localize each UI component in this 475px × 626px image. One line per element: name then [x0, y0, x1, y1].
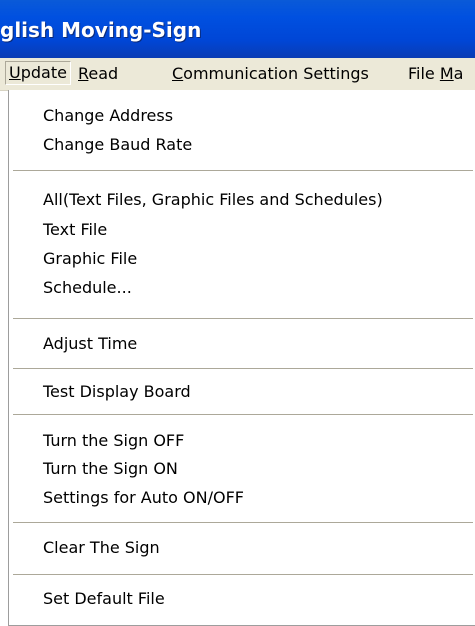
menuitem-update-all[interactable]: All(Text Files, Graphic Files and Schedu… — [43, 186, 383, 214]
menuitem-set-default-file[interactable]: Set Default File — [43, 585, 165, 613]
menu-file-mnemonic: M — [439, 64, 454, 83]
window-title: glish Moving-Sign — [0, 18, 202, 42]
menu-separator — [13, 574, 473, 576]
menu-read[interactable]: Read — [78, 63, 118, 85]
menu-read-label: ead — [88, 64, 119, 83]
menu-communication-mnemonic: C — [172, 64, 184, 83]
menu-file-rest: a — [453, 64, 464, 83]
menu-communication-settings[interactable]: Communication Settings — [172, 63, 369, 85]
menuitem-graphic-file[interactable]: Graphic File — [43, 245, 137, 273]
title-bar[interactable]: glish Moving-Sign — [0, 0, 475, 58]
menu-separator — [13, 414, 473, 416]
menuitem-turn-sign-on[interactable]: Turn the Sign ON — [43, 455, 178, 483]
menu-communication-label: ommunication Settings — [183, 64, 369, 83]
menuitem-change-baud-rate[interactable]: Change Baud Rate — [43, 131, 192, 159]
menu-bar: Update Read Communication Settings File … — [0, 58, 475, 91]
menu-file-prefix: File — [408, 64, 440, 83]
menuitem-text-file[interactable]: Text File — [43, 216, 107, 244]
menu-separator — [13, 170, 473, 172]
menuitem-adjust-time[interactable]: Adjust Time — [43, 330, 137, 358]
update-dropdown-menu: Change Address Change Baud Rate All(Text… — [8, 90, 475, 626]
menu-separator — [13, 368, 473, 370]
menu-update-label: pdate — [20, 63, 67, 82]
menuitem-turn-sign-off[interactable]: Turn the Sign OFF — [43, 427, 184, 455]
menuitem-auto-on-off-settings[interactable]: Settings for Auto ON/OFF — [43, 484, 244, 512]
menuitem-clear-the-sign[interactable]: Clear The Sign — [43, 534, 160, 562]
menu-update[interactable]: Update — [5, 61, 71, 85]
menuitem-test-display-board[interactable]: Test Display Board — [43, 378, 191, 406]
menu-read-mnemonic: R — [78, 64, 89, 83]
menu-file-manager[interactable]: File Ma — [408, 63, 463, 85]
menuitem-change-address[interactable]: Change Address — [43, 102, 173, 130]
menuitem-schedule[interactable]: Schedule... — [43, 274, 132, 302]
menu-separator — [13, 318, 473, 320]
menu-update-mnemonic: U — [9, 63, 21, 82]
menu-separator — [13, 522, 473, 524]
